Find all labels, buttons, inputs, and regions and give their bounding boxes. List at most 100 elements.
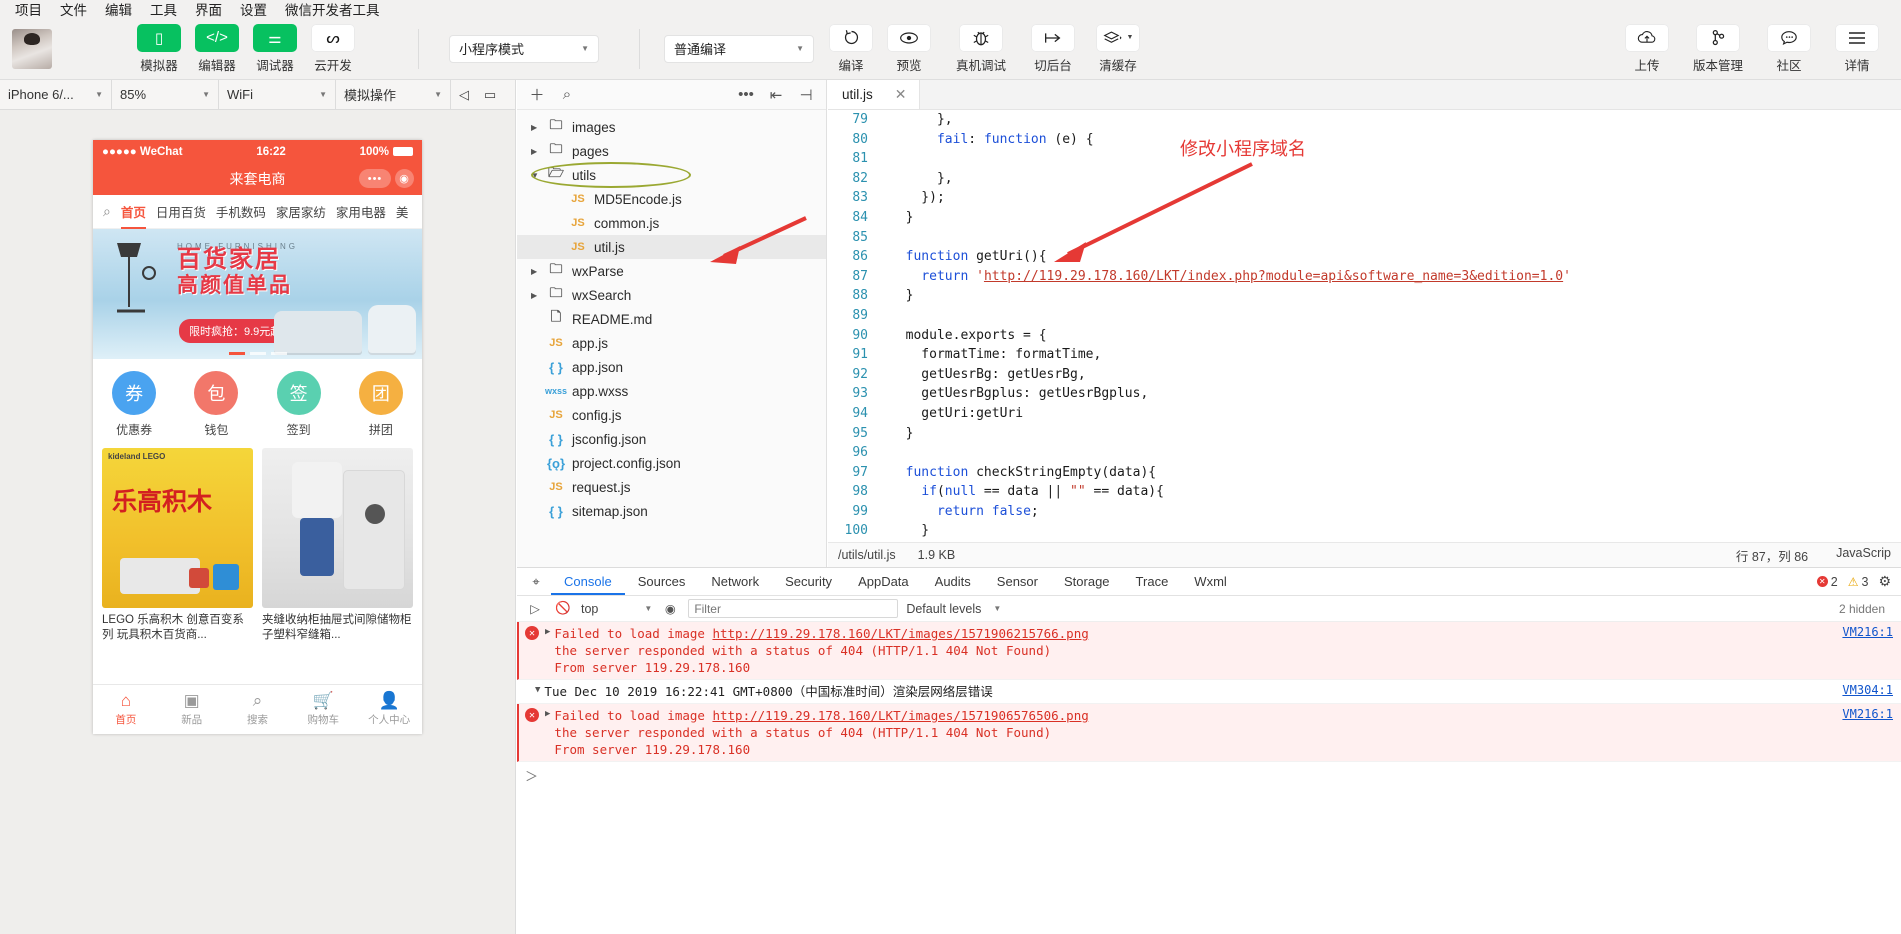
compile-select[interactable]: 普通编译 ▼ xyxy=(664,35,814,63)
tree-folder[interactable]: ▶🗀pages xyxy=(517,139,826,163)
toolbar-button-debugger[interactable]: ⚌ 调试器 xyxy=(253,24,297,74)
console-settings-icon[interactable]: ⚙ xyxy=(1878,573,1891,590)
tree-file[interactable]: {ǫ}project.config.json xyxy=(517,451,826,475)
panel-icon[interactable]: ⊣ xyxy=(792,82,820,108)
category-tab[interactable]: 日用百货 xyxy=(156,202,206,221)
tab-storage[interactable]: Storage xyxy=(1051,568,1123,595)
console-filter-input[interactable] xyxy=(688,599,898,618)
toolbar-button-editor[interactable]: </> 编辑器 xyxy=(195,24,239,74)
tabbar-item-new[interactable]: ▣ 新品 xyxy=(159,685,225,734)
grid-item-group-buy[interactable]: 团 拼团 xyxy=(340,371,422,438)
search-icon[interactable]: ⌕ xyxy=(553,82,581,108)
volume-icon[interactable]: ◁ xyxy=(451,80,477,110)
add-icon[interactable]: ＋ xyxy=(523,82,551,108)
menu-item-3[interactable]: 工具 xyxy=(141,3,186,18)
inspect-element-icon[interactable]: ⌖ xyxy=(521,569,551,595)
tab-console[interactable]: Console xyxy=(551,568,625,595)
action-real-device-debug[interactable]: 真机调试 xyxy=(956,24,1006,74)
tree-folder[interactable]: ▼🗁utils xyxy=(517,163,826,187)
language-mode[interactable]: JavaScrip xyxy=(1836,546,1891,565)
action-background[interactable]: 切后台 xyxy=(1031,24,1075,74)
expand-icon[interactable]: ▶ xyxy=(545,627,550,676)
log-entry-info[interactable]: ▼ Tue Dec 10 2019 16:22:41 GMT+0800（中国标准… xyxy=(517,680,1901,704)
tabbar-item-home[interactable]: ⌂ 首页 xyxy=(93,685,159,734)
tab-trace[interactable]: Trace xyxy=(1123,568,1182,595)
editor-tab-util-js[interactable]: util.js ✕ xyxy=(828,80,920,109)
network-select[interactable]: WiFi ▼ xyxy=(219,80,336,110)
log-link[interactable]: http://119.29.178.160/LKT/images/1571906… xyxy=(712,708,1088,723)
log-source[interactable]: VM216:1 xyxy=(1842,625,1893,639)
search-icon[interactable]: ⌕ xyxy=(103,203,111,220)
tree-file[interactable]: JSconfig.js xyxy=(517,403,826,427)
levels-select[interactable]: Default levels ▼ xyxy=(906,602,1001,616)
log-source[interactable]: VM216:1 xyxy=(1842,707,1893,721)
menu-item-4[interactable]: 界面 xyxy=(186,3,231,18)
action-community[interactable]: 社区 xyxy=(1767,24,1811,74)
grid-item-wallet[interactable]: 包 钱包 xyxy=(175,371,257,438)
action-clear-cache[interactable]: ▼ 清缓存 xyxy=(1096,24,1140,74)
tree-file[interactable]: 🗋README.md xyxy=(517,307,826,331)
chevron-right-icon[interactable]: ▶ xyxy=(531,267,545,276)
tabbar-item-cart[interactable]: 🛒 购物车 xyxy=(290,685,356,734)
gesture-select[interactable]: 模拟操作 ▼ xyxy=(336,80,451,110)
tab-network[interactable]: Network xyxy=(698,568,772,595)
tab-sources[interactable]: Sources xyxy=(625,568,699,595)
tree-file[interactable]: JSrequest.js xyxy=(517,475,826,499)
menu-item-2[interactable]: 编辑 xyxy=(96,3,141,18)
log-entry-error[interactable]: ✕ ▶ Failed to load image http://119.29.1… xyxy=(517,622,1901,680)
tree-folder[interactable]: ▶🗀wxSearch xyxy=(517,283,826,307)
banner-dots[interactable] xyxy=(93,352,422,355)
chevron-right-icon[interactable]: ▶ xyxy=(531,123,545,132)
context-select[interactable]: top ▼ xyxy=(581,602,652,616)
menu-item-6[interactable]: 微信开发者工具 xyxy=(276,3,389,18)
tree-folder[interactable]: ▶🗀images xyxy=(517,115,826,139)
category-tab[interactable]: 手机数码 xyxy=(216,202,266,221)
error-count[interactable]: ✕2 xyxy=(1817,575,1838,589)
code-area[interactable]: 79 },80 fail: function (e) {8182 },83 })… xyxy=(828,110,1901,542)
tab-security[interactable]: Security xyxy=(772,568,845,595)
phone-banner[interactable]: HOME FURNISHING 百货家居 高颜值单品 限时疯抢：9.9元起 xyxy=(93,229,422,359)
log-source[interactable]: VM304:1 xyxy=(1842,683,1893,697)
menu-item-0[interactable]: 项目 xyxy=(6,3,51,18)
menu-item-1[interactable]: 文件 xyxy=(51,3,96,18)
tree-file[interactable]: JSMD5Encode.js xyxy=(517,187,826,211)
grid-item-coupon[interactable]: 券 优惠券 xyxy=(93,371,175,438)
tree-file[interactable]: wxssapp.wxss xyxy=(517,379,826,403)
warning-count[interactable]: ⚠3 xyxy=(1848,575,1869,589)
expand-icon[interactable]: ▶ xyxy=(545,709,550,758)
close-icon[interactable]: ✕ xyxy=(895,86,907,103)
collapse-icon[interactable]: ▼ xyxy=(535,685,540,700)
chevron-right-icon[interactable]: ▶ xyxy=(531,147,545,156)
menu-item-5[interactable]: 设置 xyxy=(231,3,276,18)
tab-audits[interactable]: Audits xyxy=(922,568,984,595)
tabbar-item-profile[interactable]: 👤 个人中心 xyxy=(356,685,422,734)
tabbar-item-search[interactable]: ⌕ 搜索 xyxy=(225,685,291,734)
avatar[interactable] xyxy=(12,29,52,69)
action-upload[interactable]: 上传 xyxy=(1625,24,1669,74)
tree-file[interactable]: JSapp.js xyxy=(517,331,826,355)
product-card[interactable]: 夹缝收纳柜抽屉式间隙储物柜子塑料窄缝箱... xyxy=(262,448,413,643)
execute-icon[interactable]: ▷ xyxy=(525,601,545,616)
category-tab[interactable]: 美 xyxy=(396,202,409,221)
console-log-list[interactable]: ✕ ▶ Failed to load image http://119.29.1… xyxy=(517,622,1901,934)
capsule-buttons[interactable]: ••• ◉ xyxy=(359,169,414,188)
chevron-down-icon[interactable]: ▼ xyxy=(531,171,545,180)
log-entry-error[interactable]: ✕ ▶ Failed to load image http://119.29.1… xyxy=(517,704,1901,762)
tree-file[interactable]: { }sitemap.json xyxy=(517,499,826,523)
tree-file[interactable]: JScommon.js xyxy=(517,211,826,235)
product-card[interactable]: kideland LEGO 乐高积木 LEGO 乐高积木 创意百变系列 玩具积木… xyxy=(102,448,253,643)
screenshot-icon[interactable]: ▭ xyxy=(477,80,503,110)
grid-item-checkin[interactable]: 签 签到 xyxy=(258,371,340,438)
category-tab[interactable]: 家用电器 xyxy=(336,202,386,221)
device-select[interactable]: iPhone 6/... ▼ xyxy=(0,80,112,110)
tree-file[interactable]: { }jsconfig.json xyxy=(517,427,826,451)
tree-file[interactable]: JSutil.js xyxy=(517,235,826,259)
tree-file[interactable]: { }app.json xyxy=(517,355,826,379)
category-tab[interactable]: 首页 xyxy=(121,202,146,221)
tab-appdata[interactable]: AppData xyxy=(845,568,922,595)
action-preview[interactable]: 预览 xyxy=(887,24,931,74)
toolbar-button-simulator[interactable]: ▯ 模拟器 xyxy=(137,24,181,74)
collapse-icon[interactable]: ⇤ xyxy=(762,82,790,108)
mode-select[interactable]: 小程序模式 ▼ xyxy=(449,35,599,63)
tab-sensor[interactable]: Sensor xyxy=(984,568,1051,595)
